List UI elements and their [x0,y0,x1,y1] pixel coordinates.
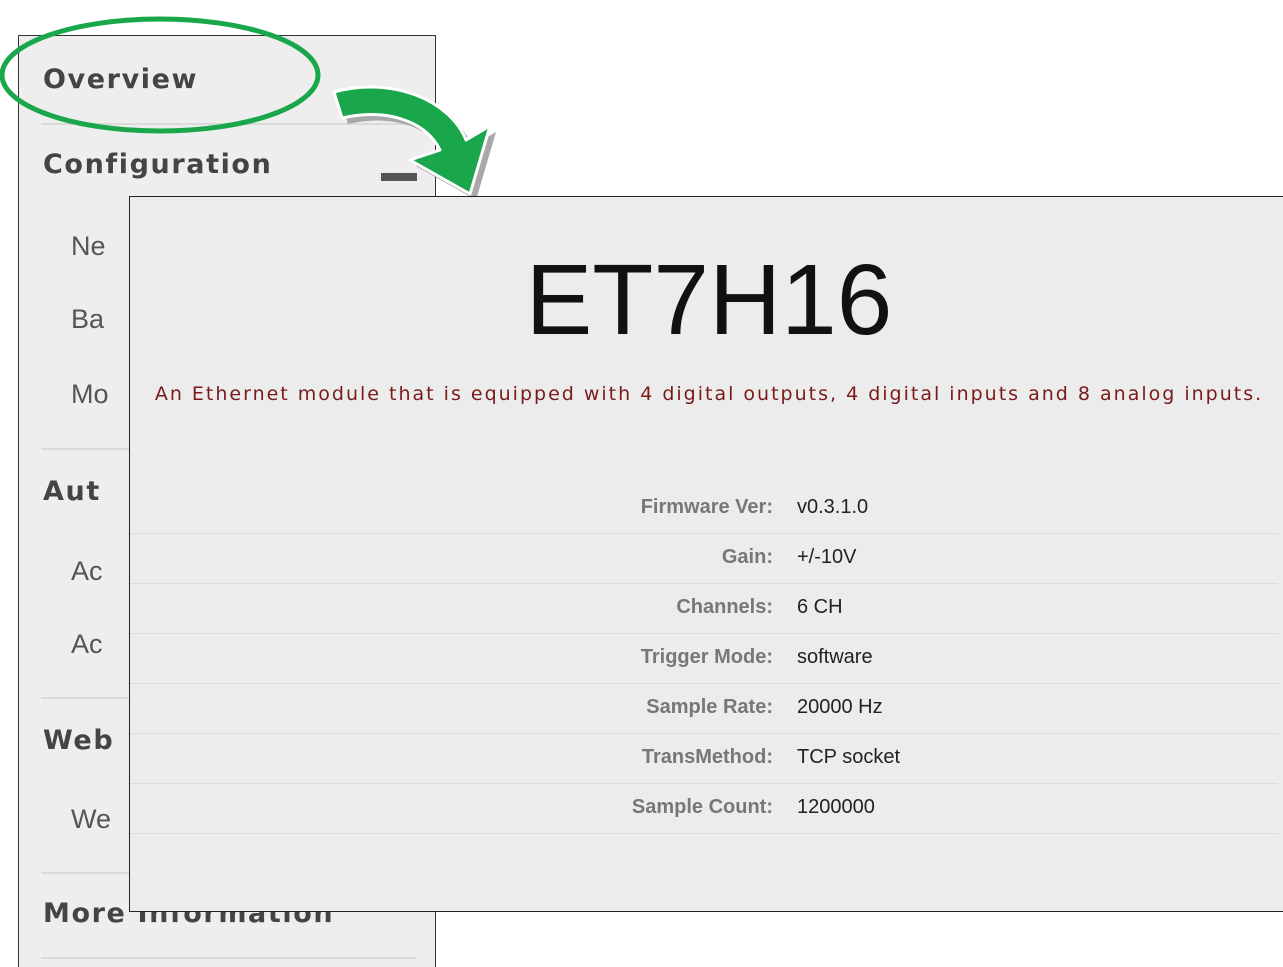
table-row: Firmware Ver: v0.3.1.0 [130,484,1278,534]
sample-rate-value: 20000 Hz [797,696,883,718]
menu-divider [41,957,416,959]
trigger-mode-value: software [797,646,873,668]
firmware-version-value: v0.3.1.0 [797,496,869,518]
sample-count-value: 1200000 [797,796,875,818]
sidebar-item-account-2[interactable]: Ac [71,629,103,660]
device-info-table: Firmware Ver: v0.3.1.0 Gain: +/-10V Chan… [130,484,1278,834]
table-row: Sample Rate: 20000 Hz [130,684,1278,734]
collapse-minus-icon[interactable] [381,173,417,181]
sidebar-item-web-1[interactable]: We [71,804,111,835]
firmware-version-label: Firmware Ver: [640,496,773,518]
sidebar-item-account-1[interactable]: Ac [71,556,103,587]
sidebar-item-configuration[interactable]: Configuration [43,149,413,180]
channels-value: 6 CH [797,596,843,618]
menu-divider [41,123,416,125]
overview-panel: ET7H16 An Ethernet module that is equipp… [129,196,1283,912]
gain-value: +/-10V [797,546,857,568]
sidebar-item-network[interactable]: Ne [71,231,106,262]
channels-label: Channels: [676,596,773,618]
gain-label: Gain: [721,546,773,568]
trans-method-value: TCP socket [797,746,900,768]
sidebar-item-overview[interactable]: Overview [43,64,413,95]
sample-rate-label: Sample Rate: [646,696,773,718]
table-row: Sample Count: 1200000 [130,784,1278,834]
trans-method-label: TransMethod: [641,746,773,768]
table-row: Trigger Mode: software [130,634,1278,684]
device-description: An Ethernet module that is equipped with… [154,383,1264,405]
table-row: Gain: +/-10V [130,534,1278,584]
sample-count-label: Sample Count: [631,796,773,818]
screenshot-canvas: Overview Configuration Ne Ba Mo Aut Ac A… [0,0,1283,967]
table-row: TransMethod: TCP socket [130,734,1278,784]
sidebar-item-basic[interactable]: Ba [71,304,104,335]
trigger-mode-label: Trigger Mode: [640,646,773,668]
table-row: Channels: 6 CH [130,584,1278,634]
device-name-heading: ET7H16 [525,244,893,356]
sidebar-item-module[interactable]: Mo [71,379,109,410]
